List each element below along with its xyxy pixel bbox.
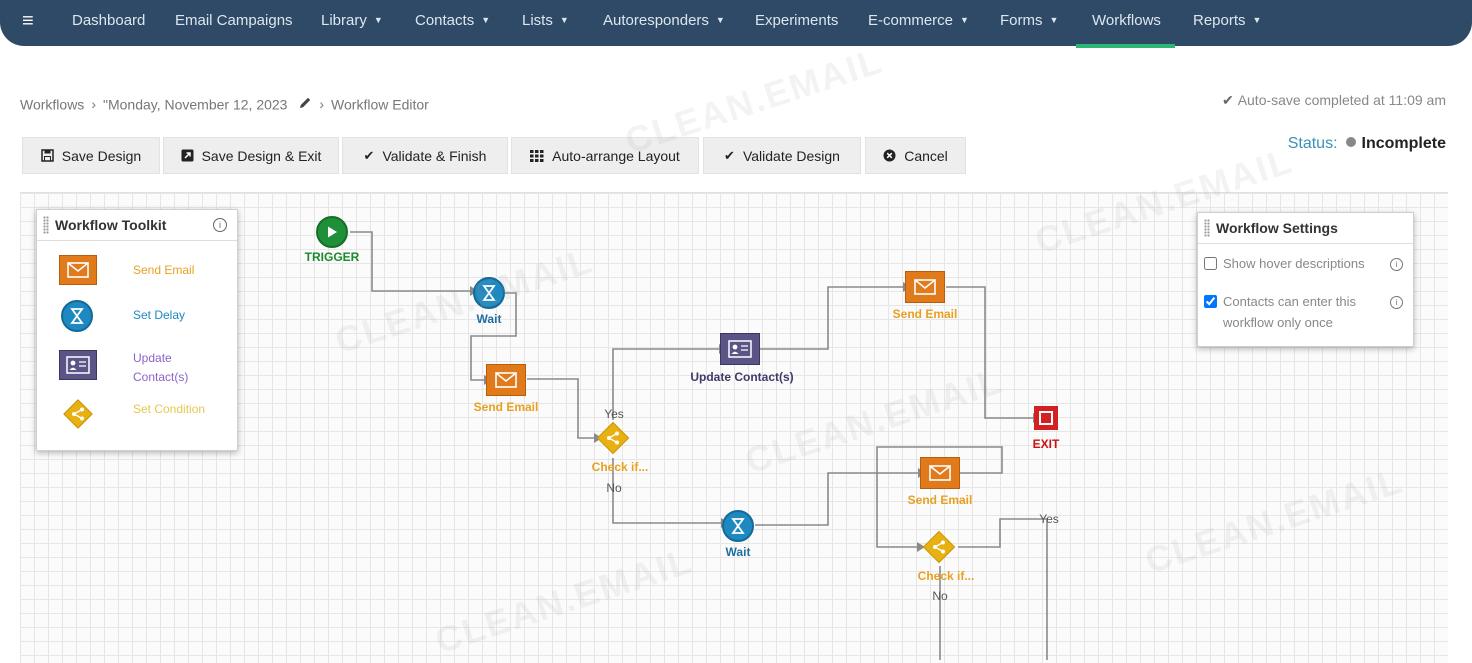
setting-label: Contacts can enter this workflow only on…	[1223, 294, 1356, 330]
stop-icon	[1034, 406, 1058, 430]
toolkit-item-set-delay[interactable]: Set Delay	[59, 300, 213, 332]
connector-trigger-wait	[350, 231, 470, 292]
info-icon[interactable]: i	[1390, 296, 1403, 309]
check-if-label: Check if...	[591, 460, 649, 474]
envelope-icon	[59, 255, 97, 285]
toolkit-title: Workflow Toolkit	[55, 217, 167, 233]
workflow-toolkit-panel: Workflow Toolkit i Send Email Set Delay …	[36, 209, 238, 451]
send-email-node[interactable]	[905, 271, 945, 308]
branch-icon	[61, 397, 95, 431]
enter-once-checkbox[interactable]	[1204, 295, 1217, 308]
info-icon[interactable]: i	[213, 218, 227, 232]
connector-check-yes-update	[612, 348, 719, 420]
toolkit-item-label: Set Delay	[133, 308, 186, 322]
wait-node[interactable]	[722, 510, 754, 547]
envelope-icon	[905, 271, 945, 308]
connector-sendemail-exit	[946, 286, 1033, 419]
setting-enter-once: Contacts can enter this workflow only on…	[1204, 294, 1403, 333]
exit-label: EXIT	[1032, 437, 1060, 451]
send-email-label: Send Email	[473, 400, 539, 414]
envelope-icon	[486, 364, 526, 401]
yes-label: Yes	[604, 407, 624, 421]
check-if-label: Check if...	[917, 569, 975, 583]
connector-check2-yes	[958, 518, 1048, 660]
play-icon	[316, 216, 348, 248]
update-contacts-node[interactable]	[720, 333, 760, 370]
check-if-node[interactable]	[595, 420, 631, 461]
no-label: No	[606, 481, 622, 495]
toolkit-item-set-condition[interactable]: Set Condition	[59, 397, 213, 429]
connector-wait-sendemail2	[755, 472, 918, 526]
panel-header[interactable]: Workflow Settings	[1198, 213, 1413, 244]
connector-update-sendemail	[760, 286, 903, 350]
yes-label: Yes	[1039, 512, 1059, 526]
send-email-node[interactable]	[920, 457, 960, 494]
contact-card-icon	[720, 333, 760, 370]
hourglass-icon	[61, 300, 93, 332]
drag-handle-icon[interactable]	[43, 216, 49, 234]
wait-label: Wait	[476, 312, 502, 326]
wait-label: Wait	[725, 545, 751, 559]
send-email-label: Send Email	[892, 307, 958, 321]
setting-show-hover-descriptions: Show hover descriptions i	[1204, 256, 1403, 274]
toolkit-item-label: Update Contact(s)	[133, 351, 189, 384]
send-email-label: Send Email	[907, 493, 973, 507]
drag-handle-icon[interactable]	[1204, 219, 1210, 237]
setting-label: Show hover descriptions	[1223, 256, 1365, 271]
toolkit-item-send-email[interactable]: Send Email	[59, 255, 213, 285]
hourglass-icon	[722, 510, 754, 547]
workflow-settings-panel: Workflow Settings Show hover description…	[1197, 212, 1414, 347]
trigger-node[interactable]	[316, 216, 348, 248]
no-label: No	[932, 589, 948, 603]
update-contacts-label: Update Contact(s)	[690, 370, 794, 384]
panel-header[interactable]: Workflow Toolkit i	[37, 210, 237, 241]
trigger-label: TRIGGER	[304, 250, 360, 264]
wait-node[interactable]	[473, 277, 505, 314]
branch-icon	[595, 420, 631, 461]
contact-card-icon	[59, 350, 97, 380]
toolkit-item-label: Set Condition	[133, 402, 206, 416]
hourglass-icon	[473, 277, 505, 314]
info-icon[interactable]: i	[1390, 258, 1403, 271]
show-hover-descriptions-checkbox[interactable]	[1204, 257, 1217, 270]
toolkit-item-update-contacts[interactable]: Update Contact(s)	[59, 350, 213, 387]
exit-node[interactable]	[1034, 406, 1058, 430]
branch-icon	[921, 529, 957, 570]
settings-title: Workflow Settings	[1216, 220, 1338, 236]
toolkit-item-label: Send Email	[133, 263, 195, 277]
envelope-icon	[920, 457, 960, 494]
send-email-node[interactable]	[486, 364, 526, 401]
check-if-node[interactable]	[921, 529, 957, 570]
